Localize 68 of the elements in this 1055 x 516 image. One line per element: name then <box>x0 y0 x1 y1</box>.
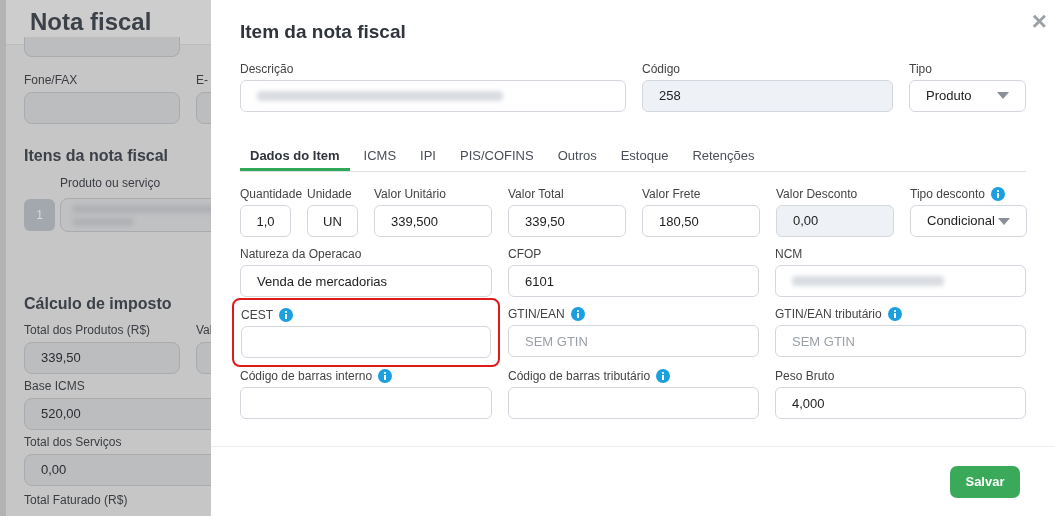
input-field[interactable]: UN <box>307 205 358 237</box>
info-icon[interactable] <box>656 369 671 383</box>
info-icon[interactable] <box>378 369 393 383</box>
field-label: CEST <box>241 307 273 324</box>
input-field[interactable]: 339,50 <box>508 205 626 237</box>
input-field[interactable]: 0,00 <box>776 205 894 237</box>
tab[interactable]: Estoque <box>610 145 679 171</box>
tab[interactable]: Outros <box>547 145 607 171</box>
info-icon[interactable] <box>279 308 293 322</box>
field-label: Val <box>196 322 211 339</box>
field-label: Natureza da Operacao <box>240 246 362 263</box>
field-label: Código de barras interno <box>240 368 373 385</box>
select-field[interactable]: Condicional <box>910 205 1027 237</box>
input-field[interactable]: 339,500 <box>374 205 492 237</box>
input-field[interactable] <box>508 387 759 419</box>
field-label: Base ICMS <box>24 378 86 395</box>
info-icon[interactable] <box>570 307 585 321</box>
input-field[interactable] <box>240 387 492 419</box>
tab[interactable]: Dados do Item <box>240 145 350 171</box>
modal-title: Item da nota fiscal <box>240 20 407 44</box>
caret-icon <box>998 217 1010 225</box>
field-label: Tipo desconto <box>910 186 985 203</box>
section-heading: Itens da nota fiscal <box>24 146 170 166</box>
info-icon[interactable] <box>990 187 1005 201</box>
field-label: Valor Desconto <box>776 186 858 203</box>
page-title: Nota fiscal <box>30 7 152 37</box>
field-label: Fone/FAX <box>24 72 79 89</box>
select-field[interactable]: Produto <box>909 79 1026 112</box>
field-label: Valor Frete <box>642 186 701 203</box>
input-field[interactable]: 180,50 <box>642 205 760 237</box>
field-label: Unidade <box>307 186 352 203</box>
tab[interactable]: ICMS <box>353 145 407 171</box>
input-field[interactable] <box>241 326 491 358</box>
input-field[interactable] <box>240 79 626 112</box>
tab[interactable]: IPI <box>410 145 446 171</box>
input-field: 0,00 <box>24 454 211 486</box>
field-label: GTIN/EAN <box>508 306 565 323</box>
tab[interactable]: Retenções <box>682 145 765 171</box>
field-label: Código <box>642 60 681 78</box>
field-label: Peso Bruto <box>775 368 835 385</box>
field-label: Descrição <box>240 60 294 78</box>
field-label: Quantidade <box>240 186 303 203</box>
input-field[interactable]: SEM GTIN <box>775 325 1026 357</box>
field-label: Total dos Serviços <box>24 434 123 451</box>
field-label: Código de barras tributário <box>508 368 651 385</box>
field-label: Produto ou serviço <box>59 175 162 192</box>
field-label: Total dos Produtos (R$) <box>24 322 152 339</box>
tab[interactable]: PIS/COFINS <box>450 145 544 171</box>
field-label: Tipo <box>909 60 932 78</box>
field-label: Total Faturado (R$) <box>24 492 129 509</box>
caret-icon <box>997 92 1009 99</box>
input-field: 339,50 <box>24 342 180 374</box>
input-field[interactable]: 1,0 <box>240 205 291 237</box>
input-field[interactable]: 258 <box>642 79 893 112</box>
info-icon[interactable] <box>887 307 902 321</box>
field-label: Valor Unitário <box>374 186 446 203</box>
input-field[interactable]: 4,000 <box>775 387 1026 419</box>
input-field[interactable]: 6101 <box>508 265 759 297</box>
input-field[interactable]: Venda de mercadorias <box>240 265 492 297</box>
input-field[interactable] <box>775 265 1026 297</box>
field-label: Valor Total <box>508 186 564 203</box>
section-heading: Cálculo de imposto <box>24 294 173 314</box>
field-label: GTIN/EAN tributário <box>775 306 882 323</box>
field-label: NCM <box>775 246 803 263</box>
input-field[interactable]: SEM GTIN <box>508 325 759 357</box>
field-label: E- <box>196 72 209 89</box>
input-field: 520,00 <box>24 398 211 430</box>
field-label: CFOP <box>508 246 542 263</box>
